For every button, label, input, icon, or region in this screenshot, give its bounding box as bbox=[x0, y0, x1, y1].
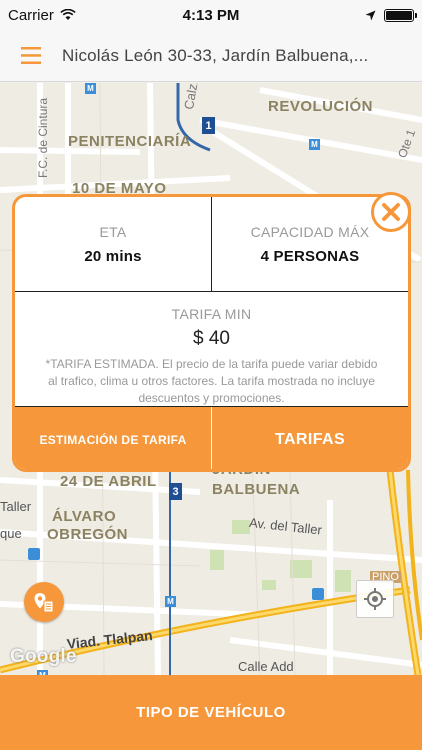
min-fare-value: $ 40 bbox=[193, 328, 230, 349]
google-logo: Google bbox=[10, 646, 77, 667]
map-label-obregon: OBREGÓN bbox=[47, 526, 129, 543]
eta-label: ETA bbox=[99, 223, 127, 240]
map-label-que: que bbox=[0, 526, 22, 541]
metro-line-1-badge: 1 bbox=[202, 117, 215, 134]
map-label-penitenciaria: PENITENCIARÍA bbox=[68, 133, 192, 150]
map-label-calle-add: Calle Add bbox=[238, 659, 294, 674]
eta-cell: ETA 20 mins bbox=[15, 197, 212, 291]
bus-stop-icon bbox=[28, 548, 40, 560]
status-bar: Carrier 4:13 PM bbox=[0, 0, 422, 30]
map-label-revolucion: REVOLUCIÓN bbox=[268, 98, 374, 115]
crosshair-icon bbox=[364, 588, 386, 610]
min-fare-label: TARIFA MIN bbox=[171, 306, 252, 322]
metro-station-icon: M bbox=[165, 596, 176, 607]
header-bar: Nicolás León 30-33, Jardín Balbuena,... bbox=[0, 30, 422, 82]
metro-station-icon: M bbox=[309, 139, 320, 150]
fare-info-card: ETA 20 mins CAPACIDAD MÁX 4 PERSONAS TAR… bbox=[12, 194, 411, 472]
hamburger-menu-icon bbox=[21, 47, 41, 64]
map-label-balbuena: BALBUENA bbox=[212, 481, 301, 498]
trip-info-row: ETA 20 mins CAPACIDAD MÁX 4 PERSONAS bbox=[15, 197, 408, 292]
fare-disclaimer: *TARIFA ESTIMADA. El precio de la tarifa… bbox=[45, 357, 378, 405]
location-pin-icon bbox=[34, 593, 54, 613]
fare-estimate-button[interactable]: ESTIMACIÓN DE TARIFA bbox=[15, 407, 212, 469]
pickup-address[interactable]: Nicolás León 30-33, Jardín Balbuena,... bbox=[62, 46, 402, 66]
bus-stop-icon bbox=[312, 588, 324, 600]
eta-value: 20 mins bbox=[84, 247, 142, 265]
map-label-24-abril: 24 DE ABRIL bbox=[60, 473, 157, 490]
card-actions: ESTIMACIÓN DE TARIFA TARIFAS bbox=[15, 407, 408, 469]
close-icon bbox=[382, 203, 400, 221]
location-arrow-icon bbox=[365, 10, 376, 20]
menu-button[interactable] bbox=[0, 30, 62, 82]
my-location-button[interactable] bbox=[356, 580, 394, 618]
close-card-button[interactable] bbox=[371, 192, 411, 232]
capacity-label: CAPACIDAD MÁX bbox=[250, 223, 370, 240]
vehicle-type-button[interactable]: TIPO DE VEHÍCULO bbox=[0, 675, 422, 750]
map-label-fc-cintura: F.C. de Cintura bbox=[36, 97, 50, 178]
capacity-value: 4 PERSONAS bbox=[260, 247, 360, 265]
fares-button[interactable]: TARIFAS bbox=[212, 407, 408, 469]
status-time: 4:13 PM bbox=[182, 6, 240, 24]
battery-icon bbox=[384, 8, 417, 22]
metro-station-icon: M bbox=[85, 83, 96, 94]
map-label-taller: Taller bbox=[0, 499, 32, 514]
pickup-location-button[interactable] bbox=[24, 582, 64, 622]
map-label-alvaro: ÁLVARO bbox=[52, 508, 117, 525]
metro-line-3-badge: 3 bbox=[169, 483, 182, 500]
fare-row: TARIFA MIN $ 40 *TARIFA ESTIMADA. El pre… bbox=[15, 292, 408, 407]
